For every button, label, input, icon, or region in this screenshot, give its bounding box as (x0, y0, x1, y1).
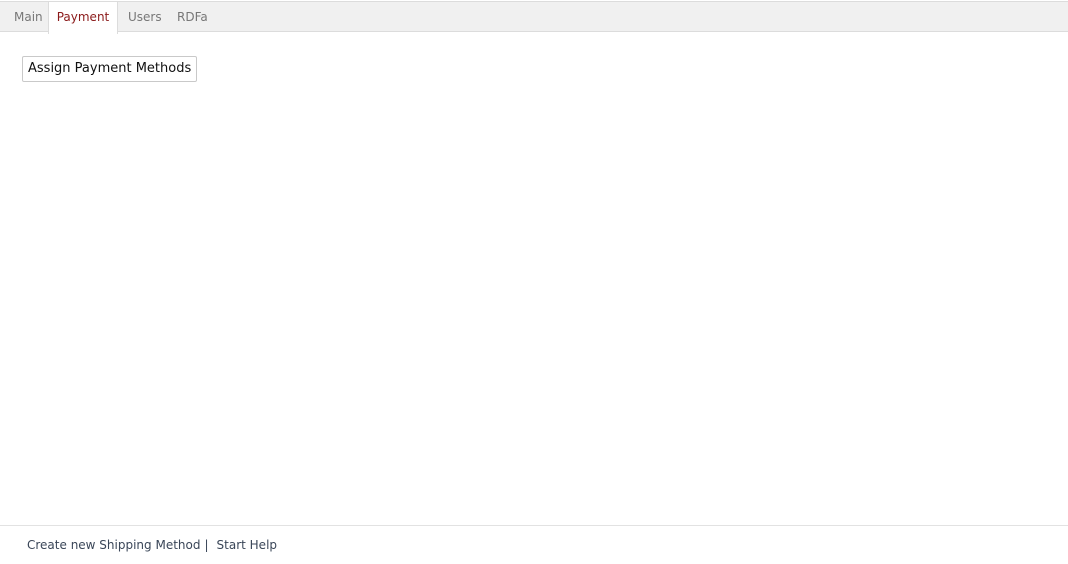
tab-bar: Main Payment Users RDFa (0, 1, 1068, 34)
tab-main[interactable]: Main (14, 2, 43, 33)
tab-users[interactable]: Users (128, 2, 162, 33)
footer-separator: | (204, 538, 209, 552)
footer-links: Create new Shipping Method | Start Help (27, 538, 277, 552)
start-help-link[interactable]: Start Help (217, 538, 278, 552)
footer: Create new Shipping Method | Start Help (0, 525, 1068, 564)
assign-payment-methods-button[interactable]: Assign Payment Methods (22, 56, 198, 82)
create-shipping-method-link[interactable]: Create new Shipping Method (27, 538, 200, 552)
tab-payment[interactable]: Payment (48, 2, 118, 34)
tab-rdfa[interactable]: RDFa (177, 2, 208, 33)
